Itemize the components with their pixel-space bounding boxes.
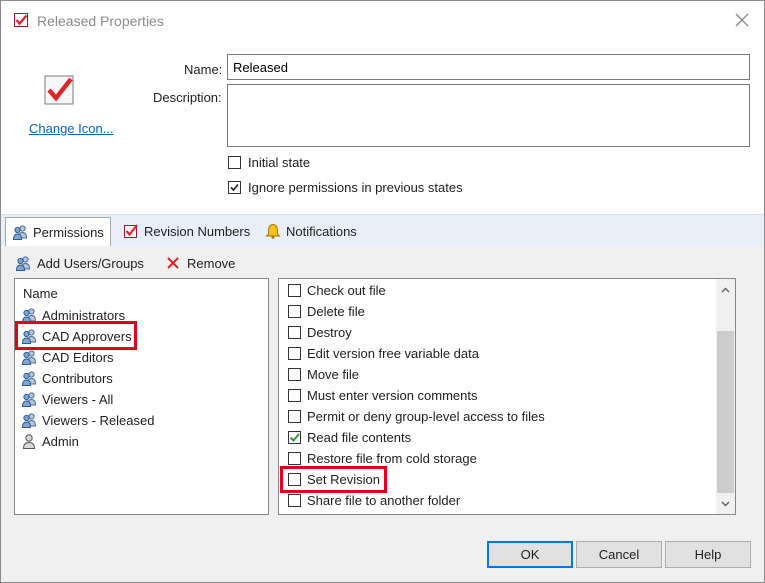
tab-permissions[interactable]: Permissions <box>5 217 111 246</box>
permission-label: Destroy <box>307 324 352 340</box>
tab-notifications[interactable]: Notifications <box>259 217 369 245</box>
tab-strip <box>1 214 764 246</box>
permission-checkbox[interactable] <box>288 325 301 339</box>
list-item[interactable]: Admin <box>21 431 79 451</box>
add-users-icon <box>15 256 31 271</box>
help-button[interactable]: Help <box>665 541 751 568</box>
permission-label: Delete file <box>307 303 365 319</box>
permission-row[interactable]: Read file contents <box>288 427 411 447</box>
users-groups-list[interactable]: Name Administrators CAD Approvers CAD Ed… <box>14 278 269 515</box>
chevron-up-icon <box>721 287 730 292</box>
permission-label: Permit or deny group-level access to fil… <box>307 408 545 424</box>
highlight-cad-approvers <box>15 321 137 350</box>
initial-state-label: Initial state <box>248 155 311 170</box>
list-item[interactable]: Viewers - All <box>21 389 113 409</box>
tab-revision-numbers[interactable]: Revision Numbers <box>117 217 257 245</box>
scroll-down-arrow[interactable] <box>716 495 735 512</box>
permission-row[interactable]: Share file to another folder <box>288 490 460 510</box>
add-users-groups-button[interactable]: Add Users/Groups <box>15 253 144 273</box>
ok-button[interactable]: OK <box>487 541 573 568</box>
permission-label: Move file <box>307 366 360 382</box>
permission-label: Check out file <box>307 282 386 298</box>
list-item[interactable]: Viewers - Released <box>21 410 154 430</box>
state-big-checkbox-icon <box>44 75 74 105</box>
remove-label: Remove <box>187 255 236 271</box>
group-icon <box>21 413 37 428</box>
permission-checkbox[interactable] <box>288 367 301 381</box>
list-header-name: Name <box>23 286 58 301</box>
green-check-icon <box>289 432 300 442</box>
check-icon <box>230 183 239 192</box>
permission-row[interactable]: Must enter version comments <box>288 385 478 405</box>
permission-row[interactable]: Move file <box>288 364 359 384</box>
list-item-label: CAD Editors <box>42 349 114 365</box>
checkmark-icon <box>124 224 138 238</box>
close-icon <box>735 13 749 27</box>
vertical-scrollbar[interactable] <box>716 279 735 514</box>
name-input[interactable] <box>227 54 750 80</box>
user-icon <box>22 434 36 449</box>
list-item[interactable]: Contributors <box>21 368 113 388</box>
permission-row[interactable]: Restore file from cold storage <box>288 448 477 468</box>
permission-label: Read file contents <box>307 429 412 445</box>
group-icon <box>21 350 37 365</box>
ignore-permissions-checkbox[interactable] <box>228 181 241 194</box>
permission-checkbox[interactable] <box>288 346 301 360</box>
initial-state-checkbox[interactable] <box>228 156 241 169</box>
tab-notifications-label: Notifications <box>286 223 357 239</box>
description-textarea[interactable] <box>227 84 750 147</box>
permission-checkbox[interactable] <box>288 304 301 318</box>
list-item[interactable]: CAD Editors <box>21 347 114 367</box>
permission-label: Must enter version comments <box>307 387 478 403</box>
bell-icon <box>265 223 281 239</box>
close-button[interactable] <box>731 9 753 31</box>
description-label: Description: <box>153 90 222 105</box>
ignore-permissions-label: Ignore permissions in previous states <box>248 180 463 195</box>
permission-row[interactable]: Destroy <box>288 322 352 342</box>
tab-revision-numbers-label: Revision Numbers <box>144 223 251 239</box>
permission-checkbox[interactable] <box>288 430 301 444</box>
permission-row[interactable]: Delete file <box>288 301 365 321</box>
list-item-label: Viewers - All <box>42 391 114 407</box>
scroll-thumb[interactable] <box>717 331 734 493</box>
permission-row[interactable]: Edit version free variable data <box>288 343 479 363</box>
title-bar: Released Properties <box>1 1 764 41</box>
permission-checkbox[interactable] <box>288 451 301 465</box>
permission-row[interactable]: Permit or deny group-level access to fil… <box>288 406 545 426</box>
group-icon <box>21 371 37 386</box>
add-users-groups-label: Add Users/Groups <box>37 255 144 271</box>
properties-dialog: Released Properties Change Icon... Name:… <box>0 0 765 583</box>
permission-label: Share file to another folder <box>307 492 461 508</box>
permission-checkbox[interactable] <box>288 409 301 423</box>
remove-x-icon <box>167 257 179 269</box>
highlight-set-revision <box>280 466 387 493</box>
cancel-button[interactable]: Cancel <box>576 541 662 568</box>
permission-checkbox[interactable] <box>288 388 301 402</box>
permission-row[interactable]: Check out file <box>288 280 386 300</box>
state-checkbox-icon <box>14 13 28 27</box>
group-icon <box>21 392 37 407</box>
permission-label: Restore file from cold storage <box>307 450 477 466</box>
remove-button[interactable]: Remove <box>165 253 235 273</box>
permission-label: Edit version free variable data <box>307 345 479 361</box>
scroll-up-arrow[interactable] <box>716 281 735 298</box>
list-item-label: Viewers - Released <box>42 412 155 428</box>
change-icon-link[interactable]: Change Icon... <box>29 121 114 136</box>
permission-checkbox[interactable] <box>288 283 301 297</box>
tab-permissions-label: Permissions <box>33 224 104 240</box>
permission-checkbox[interactable] <box>288 493 301 507</box>
name-label: Name: <box>184 62 223 77</box>
chevron-down-icon <box>721 501 730 506</box>
list-item-label: Admin <box>42 433 79 449</box>
list-item-label: Contributors <box>42 370 113 386</box>
users-icon <box>12 225 28 240</box>
window-title: Released Properties <box>37 13 164 29</box>
